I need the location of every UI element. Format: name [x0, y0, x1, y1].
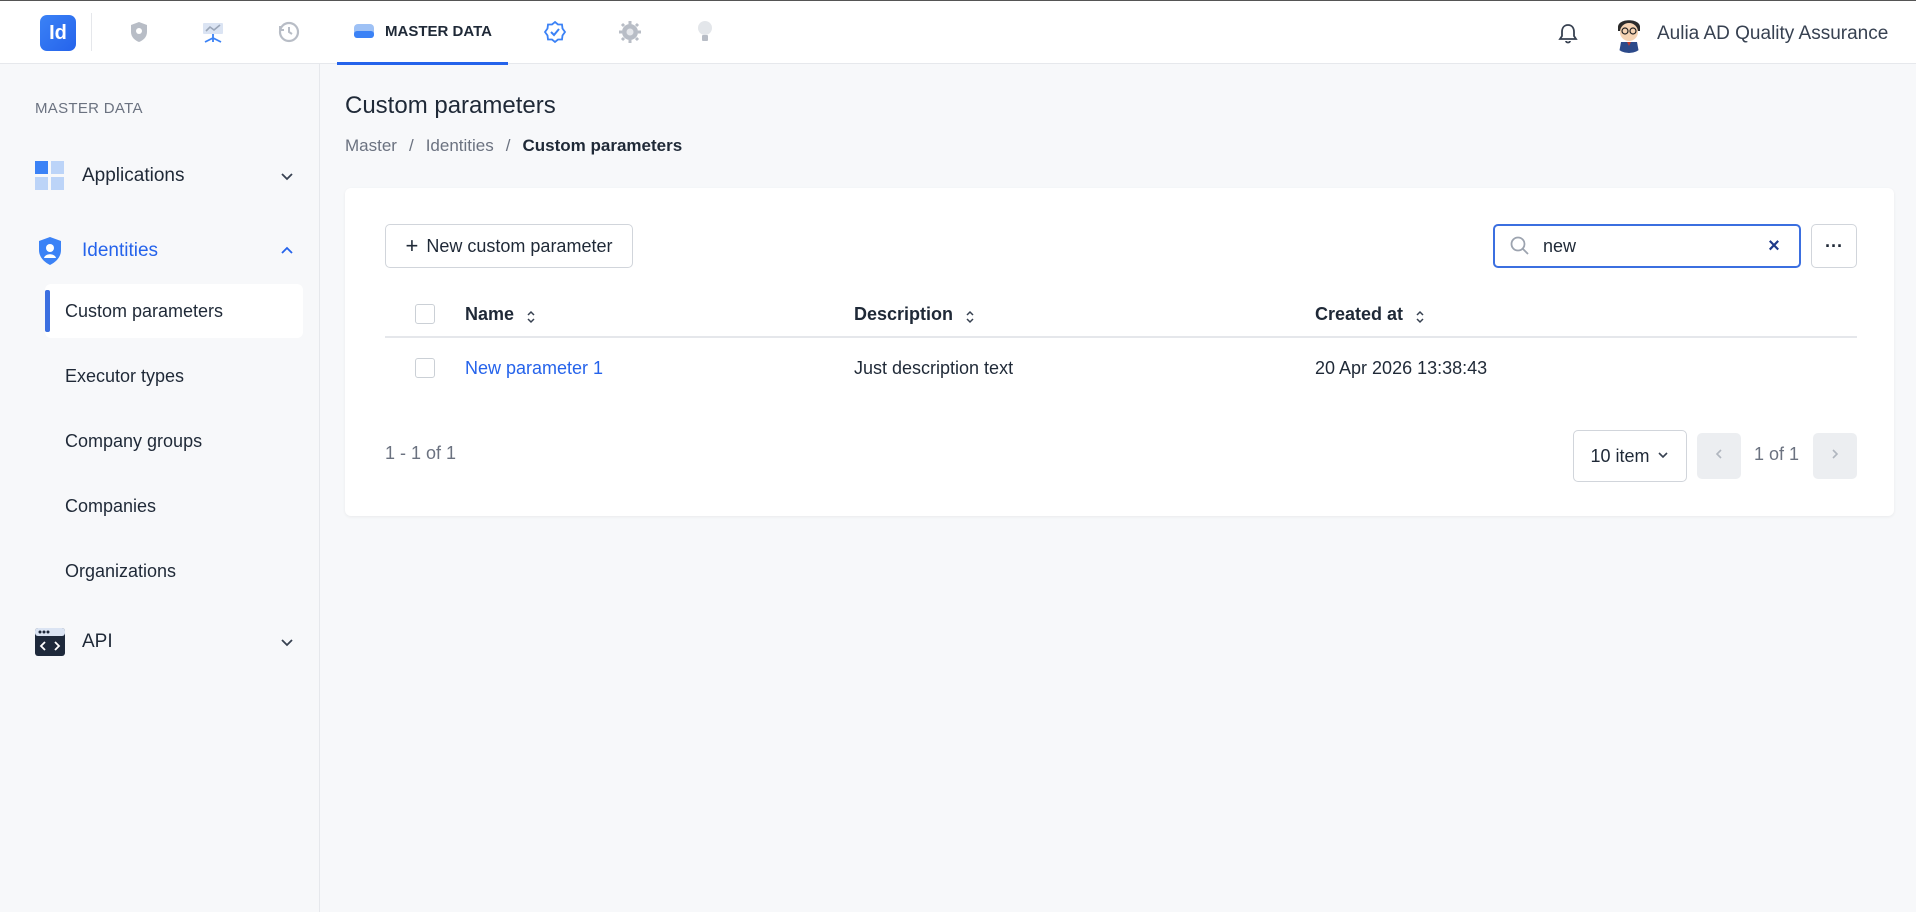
app-logo[interactable]: Id — [40, 15, 76, 51]
user-name[interactable]: Aulia AD Quality Assurance — [1657, 23, 1888, 45]
plus-icon: + — [405, 233, 419, 258]
sidebar-item-label: Company groups — [65, 430, 203, 451]
sidebar-item-label: Custom parameters — [65, 300, 224, 321]
previous-page-button[interactable] — [1697, 433, 1741, 479]
sidebar-item-executor-types[interactable]: Executor types — [45, 349, 303, 403]
breadcrumb-item-identities[interactable]: Identities — [426, 136, 494, 156]
select-all-checkbox[interactable] — [415, 304, 435, 324]
row-created-at: 20 Apr 2026 13:38:43 — [1315, 358, 1488, 378]
next-page-button[interactable] — [1813, 433, 1857, 479]
avatar[interactable] — [1610, 13, 1648, 53]
sort-icon — [1415, 308, 1425, 323]
search-icon — [1509, 235, 1531, 257]
sidebar-item-label: Organizations — [65, 560, 177, 581]
column-header-created-at[interactable]: Created at — [1315, 304, 1425, 325]
sidebar-item-company-groups[interactable]: Company groups — [45, 414, 303, 468]
per-page-value: 10 item — [1590, 445, 1650, 466]
sort-icon — [526, 308, 536, 323]
network-icon[interactable] — [200, 19, 226, 45]
badge-check-icon[interactable] — [542, 19, 568, 45]
bell-icon[interactable] — [1555, 21, 1581, 47]
bulb-icon[interactable] — [692, 19, 718, 45]
column-label: Name — [465, 304, 515, 324]
identity-shield-icon — [34, 235, 66, 267]
top-navigation-bar: Id MASTER DATA Aulia AD Quality Assuranc… — [0, 0, 1916, 65]
breadcrumb-separator: / — [408, 136, 414, 155]
database-icon — [353, 20, 375, 44]
chevron-down-icon — [278, 633, 296, 651]
breadcrumb: Master / Identities / Custom parameters — [345, 136, 682, 156]
table-header: Name Description Created at — [385, 292, 1857, 338]
clear-search-icon[interactable]: × — [1765, 236, 1783, 256]
row-checkbox[interactable] — [415, 358, 435, 378]
code-window-icon — [34, 626, 66, 658]
sidebar-heading: MASTER DATA — [35, 100, 143, 117]
page-info: 1 of 1 — [1754, 444, 1800, 464]
history-icon[interactable] — [276, 19, 302, 45]
row-name-link[interactable]: New parameter 1 — [465, 358, 603, 379]
sidebar-group-applications[interactable]: Applications — [34, 158, 296, 194]
applications-icon — [34, 160, 66, 192]
sidebar-item-organizations[interactable]: Organizations — [45, 544, 303, 598]
sidebar-item-label: Executor types — [65, 365, 185, 386]
breadcrumb-item-master[interactable]: Master — [345, 136, 397, 156]
gear-icon[interactable] — [617, 19, 643, 45]
sidebar-group-label: API — [82, 631, 113, 652]
page-title: Custom parameters — [345, 92, 556, 119]
tab-master-data[interactable]: MASTER DATA — [337, 1, 508, 65]
sort-icon — [965, 308, 975, 323]
content-card: + New custom parameter × ··· Name Descri… — [345, 188, 1894, 516]
chevron-down-icon — [1656, 446, 1670, 467]
sidebar: MASTER DATA Applications Identities Cust… — [0, 64, 320, 912]
chevron-left-icon — [1713, 447, 1725, 466]
sidebar-group-api[interactable]: API — [34, 624, 296, 660]
search-input[interactable] — [1543, 235, 1743, 257]
column-label: Description — [854, 304, 954, 324]
column-header-description[interactable]: Description — [854, 304, 975, 325]
sidebar-group-label: Applications — [82, 165, 185, 186]
sidebar-group-label: Identities — [82, 240, 159, 261]
sidebar-item-custom-parameters[interactable]: Custom parameters — [45, 284, 303, 338]
button-label: New custom parameter — [426, 235, 613, 256]
column-header-name[interactable]: Name — [465, 304, 536, 325]
sidebar-item-companies[interactable]: Companies — [45, 479, 303, 533]
row-description: Just description text — [854, 358, 1014, 378]
divider — [91, 13, 92, 51]
items-per-page-select[interactable]: 10 item — [1573, 430, 1687, 482]
pagination-range: 1 - 1 of 1 — [385, 443, 457, 463]
more-options-button[interactable]: ··· — [1811, 224, 1857, 268]
breadcrumb-separator: / — [505, 136, 511, 155]
new-custom-parameter-button[interactable]: + New custom parameter — [385, 224, 633, 268]
tab-label: MASTER DATA — [385, 23, 492, 40]
search-box: × — [1493, 224, 1801, 268]
breadcrumb-item-current: Custom parameters — [522, 136, 683, 155]
chevron-up-icon — [278, 242, 296, 260]
chevron-down-icon — [278, 167, 296, 185]
column-label: Created at — [1315, 304, 1404, 324]
shield-icon[interactable] — [126, 19, 152, 45]
sidebar-item-label: Companies — [65, 495, 157, 516]
chevron-right-icon — [1829, 447, 1841, 466]
sidebar-group-identities[interactable]: Identities — [34, 233, 296, 269]
table-row: New parameter 1 Just description text 20… — [385, 340, 1857, 398]
